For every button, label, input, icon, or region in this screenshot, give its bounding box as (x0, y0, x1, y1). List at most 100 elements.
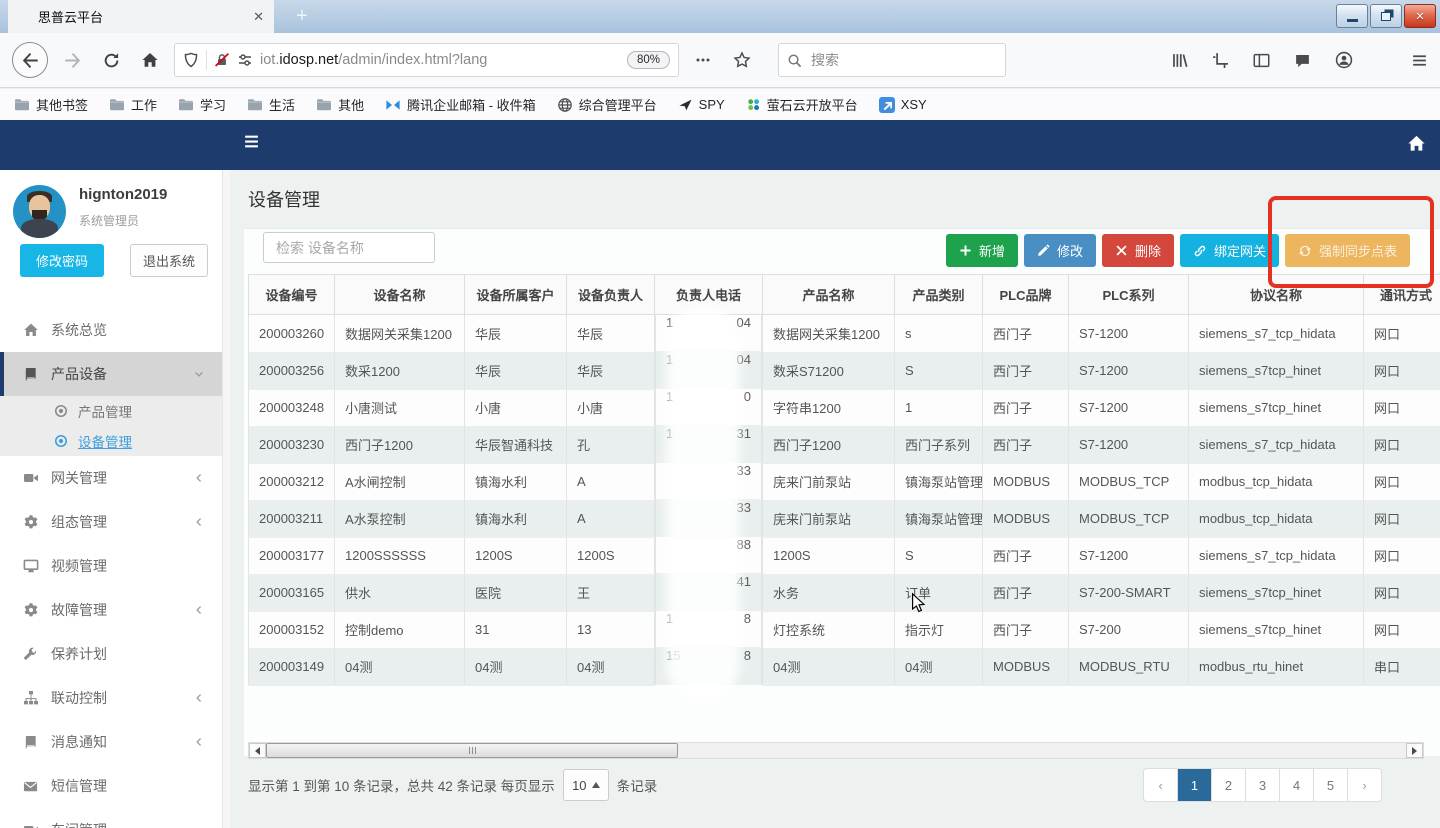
bookmark-label: 腾讯企业邮箱 - 收件箱 (407, 95, 536, 114)
table-row[interactable]: 200003230西门子1200华辰智通科技孔131西门子1200西门子系列西门… (249, 426, 1440, 463)
browser-tab[interactable]: 思普云平台 ✕ (8, 0, 274, 33)
table-row[interactable]: 20000314904测04测04测15804测04测MODBUSMODBUS_… (249, 648, 1440, 685)
sidebar-item-product-device[interactable]: 产品设备 (0, 352, 222, 396)
table-row[interactable]: 200003256数采1200华辰华辰104数采S71200S西门子S7-120… (249, 352, 1440, 389)
window-minimize-button[interactable] (1336, 4, 1368, 28)
table-row[interactable]: 200003165供水医院王41水务订单西门子S7-200-SMARTsieme… (249, 574, 1440, 611)
screenshot-icon[interactable] (1212, 52, 1229, 69)
bind-gateway-button[interactable]: 绑定网关 (1180, 234, 1279, 267)
annotation-highlight-box (1268, 196, 1434, 288)
library-icon[interactable] (1171, 52, 1188, 69)
sidebar-item-overview[interactable]: 系统总览 (0, 308, 222, 352)
app-home-icon[interactable] (1407, 134, 1426, 153)
bookmark-tencent-mail[interactable]: 腾讯企业邮箱 - 收件箱 (385, 95, 536, 114)
sidebar-item-label: 联动控制 (51, 688, 107, 708)
home-button[interactable] (135, 45, 165, 75)
insecure-lock-icon[interactable] (214, 52, 230, 68)
sidebar-subitem-product-mgmt[interactable]: 产品管理 (0, 396, 222, 426)
table-row[interactable]: 200003212A水闸控制镇海水利A33庑来门前泵站镇海泵站管理MODBUSM… (249, 463, 1440, 500)
shield-icon[interactable] (183, 52, 199, 68)
sidebar-item-label: 消息通知 (51, 732, 107, 752)
sidebar-toggle-icon[interactable] (1253, 52, 1270, 69)
scrollbar-right-arrow[interactable] (1406, 743, 1423, 758)
table-row[interactable]: 200003211A水泵控制镇海水利A33庑来门前泵站镇海泵站管理MODBUSM… (249, 500, 1440, 537)
pagination-page-3[interactable]: 3 (1245, 769, 1279, 801)
sidebar-item-linkage-control[interactable]: 联动控制 (0, 676, 222, 720)
new-tab-button[interactable]: + (288, 0, 316, 33)
pagination-page-5[interactable]: 5 (1313, 769, 1347, 801)
change-password-button[interactable]: 修改密码 (20, 244, 104, 277)
table-cell: 西门子 (983, 389, 1069, 426)
sidebar-collapse-icon[interactable] (243, 133, 260, 150)
url-bar[interactable]: iot.idosp.net/admin/index.html?lang 80% (174, 43, 679, 77)
pagination-page-2[interactable]: 2 (1211, 769, 1245, 801)
sidebar-item-gateway-mgmt[interactable]: 网关管理 (0, 456, 222, 500)
bookmark-other-bookmarks[interactable]: 其他书签 (14, 95, 88, 114)
scrollbar-thumb[interactable] (266, 743, 678, 758)
sidebar-item-config-mgmt[interactable]: 组态管理 (0, 500, 222, 544)
window-restore-button[interactable] (1370, 4, 1402, 28)
bookmark-ys7-open-platform[interactable]: 萤石云开放平台 (746, 95, 858, 114)
desktop-icon (22, 558, 39, 574)
table-cell: 控制demo (335, 611, 465, 648)
menu-hamburger-icon[interactable] (1411, 52, 1428, 69)
table-cell: 网口 (1364, 426, 1440, 463)
logout-button[interactable]: 退出系统 (130, 244, 208, 277)
permissions-icon[interactable] (237, 52, 253, 68)
table-cell: 指示灯 (895, 611, 983, 648)
url-text[interactable]: iot.idosp.net/admin/index.html?lang (260, 52, 620, 68)
scrollbar-left-arrow[interactable] (249, 743, 266, 758)
table-cell: siemens_s7tcp_hinet (1189, 352, 1364, 389)
browser-search-input[interactable] (809, 51, 997, 69)
pagination-next[interactable]: › (1347, 769, 1381, 801)
bookmark-xsy[interactable]: XSY (879, 97, 927, 113)
sidebar-item-sms-mgmt[interactable]: 短信管理 (0, 764, 222, 808)
table-row[interactable]: 2000031771200SSSSSS1200S1200S881200SS西门子… (249, 537, 1440, 574)
forward-button[interactable] (57, 45, 87, 75)
table-row[interactable]: 200003260数据网关采集1200华辰华辰104数据网关采集1200s西门子… (249, 315, 1440, 353)
tab-close-icon[interactable]: ✕ (253, 9, 264, 25)
pagination-page-1[interactable]: 1 (1177, 769, 1211, 801)
sidebar-subitem-device-mgmt[interactable]: 设备管理 (0, 426, 222, 456)
pagination-prev[interactable]: ‹ (1144, 769, 1177, 801)
reload-button[interactable] (96, 45, 126, 75)
horizontal-scrollbar[interactable] (248, 742, 1424, 759)
avatar[interactable] (13, 185, 66, 238)
sidebar-item-message-notify[interactable]: 消息通知 (0, 720, 222, 764)
sidebar-item-workshop-mgmt[interactable]: 车间管理 (0, 808, 222, 828)
device-search-box[interactable] (263, 232, 435, 263)
zoom-level-badge[interactable]: 80% (627, 51, 670, 69)
add-button[interactable]: 新增 (946, 234, 1018, 267)
table-cell: 04测 (465, 648, 567, 685)
chevron-left-icon (194, 737, 204, 747)
back-button[interactable] (12, 42, 48, 78)
plus-icon (959, 244, 972, 257)
account-icon[interactable] (1335, 51, 1353, 69)
table-cell: MODBUS (983, 500, 1069, 537)
table-row[interactable]: 200003248小唐测试小唐小唐10字符串12001西门子S7-1200sie… (249, 389, 1440, 426)
page-actions-icon[interactable] (688, 45, 718, 75)
bookmark-spy[interactable]: SPY (678, 97, 725, 112)
page-size-dropdown[interactable]: 10 (563, 769, 609, 801)
table-row[interactable]: 200003152控制demo311318灯控系统指示灯西门子S7-200sie… (249, 611, 1440, 648)
bookmark-work-folder[interactable]: 工作 (109, 95, 157, 114)
sidebar-item-video-mgmt[interactable]: 视频管理 (0, 544, 222, 588)
chat-icon[interactable] (1294, 52, 1311, 69)
sidebar-item-label: 网关管理 (51, 468, 107, 488)
delete-button[interactable]: 删除 (1102, 234, 1174, 267)
pagination-page-4[interactable]: 4 (1279, 769, 1313, 801)
edit-button[interactable]: 修改 (1024, 234, 1096, 267)
bookmark-life-folder[interactable]: 生活 (247, 95, 295, 114)
sidebar-item-fault-mgmt[interactable]: 故障管理 (0, 588, 222, 632)
table-cell: 200003211 (249, 500, 335, 537)
browser-search-box[interactable] (778, 43, 1006, 77)
device-search-input[interactable] (274, 239, 424, 257)
sidebar-item-maintenance-plan[interactable]: 保养计划 (0, 632, 222, 676)
table-cell: S (895, 537, 983, 574)
window-close-button[interactable]: ✕ (1404, 4, 1436, 28)
bookmark-star-icon[interactable] (727, 45, 757, 75)
bookmark-misc-folder[interactable]: 其他 (316, 95, 364, 114)
table-cell: 04测 (895, 648, 983, 685)
bookmark-mgmt-platform[interactable]: 综合管理平台 (557, 95, 657, 114)
bookmark-study-folder[interactable]: 学习 (178, 95, 226, 114)
